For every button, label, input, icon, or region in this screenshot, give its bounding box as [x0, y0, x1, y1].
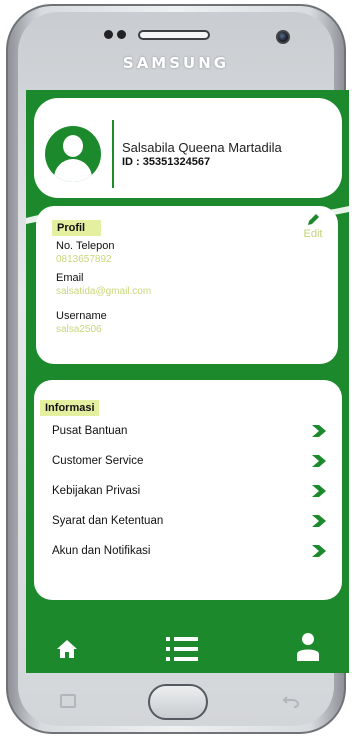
chevron-right-icon — [312, 455, 326, 467]
header-divider — [112, 120, 114, 188]
earpiece-speaker — [138, 30, 210, 40]
user-id: ID : 35351324567 — [122, 156, 211, 168]
menu-item-akun-dan-notifikasi[interactable]: Akun dan Notifikasi — [34, 540, 342, 564]
menu-label: Customer Service — [52, 455, 144, 467]
edit-label: Edit — [303, 228, 323, 240]
home-icon — [57, 640, 77, 658]
phone-value: 0813657892 — [56, 254, 112, 265]
edit-button[interactable]: Edit — [298, 212, 328, 240]
chevron-right-icon — [312, 485, 326, 497]
user-name: Salsabila Queena Martadila — [122, 140, 282, 155]
chevron-right-icon — [312, 515, 326, 527]
menu-item-customer-service[interactable]: Customer Service — [34, 450, 342, 474]
phone-label: No. Telepon — [56, 240, 115, 252]
menu-label: Kebijakan Privasi — [52, 485, 141, 497]
info-card: Informasi Pusat Bantuan Customer Service… — [34, 380, 342, 600]
nav-profile[interactable] — [296, 632, 320, 667]
menu-label: Akun dan Notifikasi — [52, 545, 151, 557]
home-hardware-button[interactable] — [148, 684, 208, 720]
recent-apps-key[interactable] — [60, 694, 76, 708]
username-label: Username — [56, 310, 107, 322]
pencil-icon — [308, 214, 319, 225]
profile-card: Profil Edit No. Telepon 0813657892 Email… — [36, 206, 338, 364]
menu-label: Syarat dan Ketentuan — [52, 515, 164, 527]
chevron-right-icon — [312, 425, 326, 437]
profile-section-title: Profil — [52, 220, 102, 236]
email-label: Email — [56, 272, 84, 284]
sensor-dots — [104, 30, 126, 39]
front-camera — [276, 30, 290, 44]
email-value: salsatida@gmail.com — [56, 286, 152, 297]
nav-list[interactable] — [166, 636, 198, 667]
menu-label: Pusat Bantuan — [52, 425, 128, 437]
menu-item-kebijakan-privasi[interactable]: Kebijakan Privasi — [34, 480, 342, 504]
profile-header-card: Salsabila Queena Martadila ID : 35351324… — [34, 98, 342, 198]
app-screen: Salsabila Queena Martadila ID : 35351324… — [26, 90, 349, 673]
avatar-icon — [45, 126, 101, 182]
user-icon — [297, 633, 319, 661]
menu-item-pusat-bantuan[interactable]: Pusat Bantuan — [34, 420, 342, 444]
brand-logo: SAMSUNG — [122, 54, 230, 72]
chevron-right-icon — [312, 545, 326, 557]
nav-home[interactable] — [56, 638, 78, 665]
info-section-title: Informasi — [40, 400, 99, 416]
back-key-icon[interactable] — [282, 694, 300, 708]
menu-item-syarat-dan-ketentuan[interactable]: Syarat dan Ketentuan — [34, 510, 342, 534]
username-value: salsa2506 — [56, 324, 102, 335]
list-icon — [166, 637, 198, 661]
bottom-nav — [26, 630, 349, 673]
